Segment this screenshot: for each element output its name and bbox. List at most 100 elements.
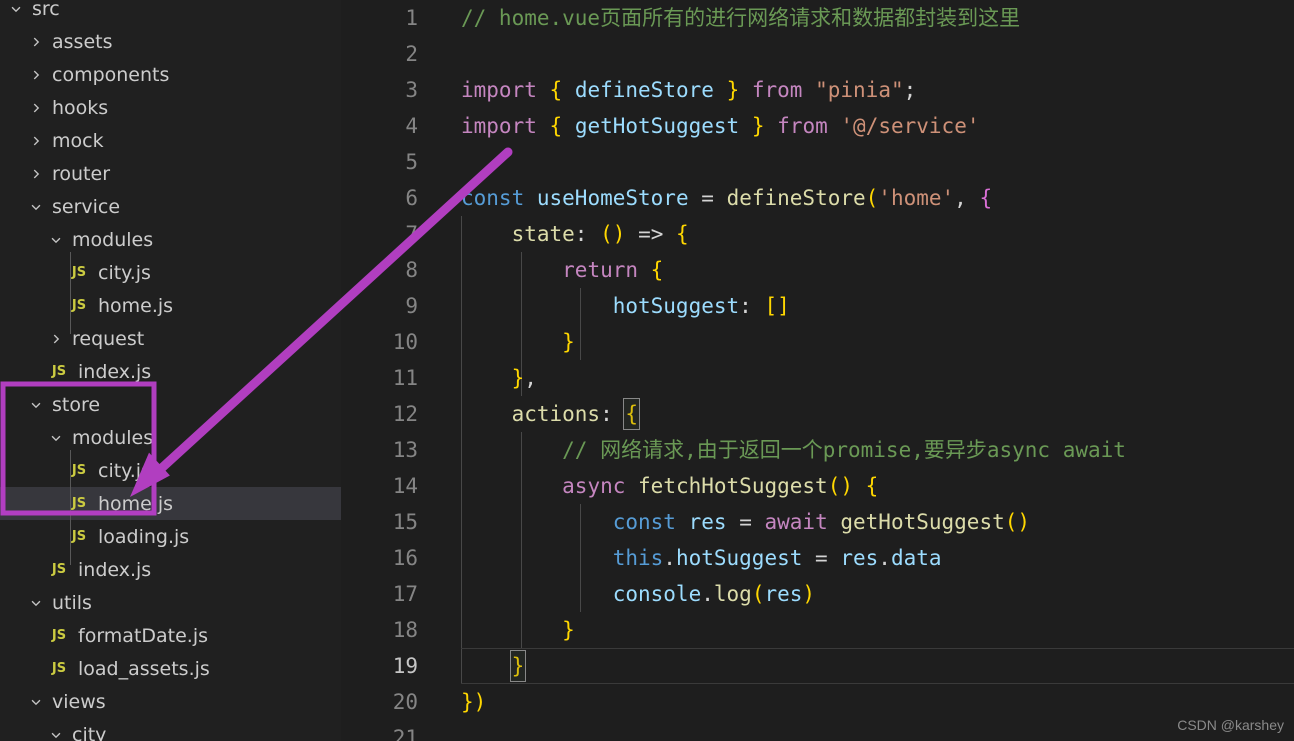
- chevron-right-icon[interactable]: [26, 58, 46, 91]
- tree-item-request[interactable]: request: [0, 322, 341, 355]
- chevron-down-icon[interactable]: [6, 0, 26, 25]
- chevron-down-icon[interactable]: [46, 421, 66, 454]
- tree-item-router[interactable]: router: [0, 157, 341, 190]
- code-line[interactable]: 10 }: [345, 324, 1294, 360]
- tree-item-label: modules: [72, 426, 154, 449]
- tree-item-city-js[interactable]: JS city.js: [0, 256, 341, 289]
- tree-item-load-assets-js[interactable]: JS load_assets.js: [0, 652, 341, 685]
- js-file-icon: JS: [51, 562, 67, 577]
- chevron-down-icon[interactable]: [46, 223, 66, 256]
- js-file-icon: JS: [51, 628, 67, 643]
- code-text: hotSuggest: []: [612, 294, 790, 318]
- chevron-down-icon[interactable]: [46, 718, 66, 741]
- tree-item-city[interactable]: city: [0, 718, 341, 741]
- line-number: 21: [392, 726, 418, 741]
- chevron-right-icon[interactable]: [46, 322, 66, 355]
- code-line[interactable]: 6 const useHomeStore = defineStore('home'…: [345, 180, 1294, 216]
- line-number: 4: [405, 114, 418, 138]
- tree-item-components[interactable]: components: [0, 58, 341, 91]
- chevron-down-icon[interactable]: [26, 685, 46, 718]
- chevron-right-icon[interactable]: [26, 91, 46, 124]
- tree-item-label: mock: [52, 129, 104, 152]
- tree-item-src[interactable]: src: [0, 0, 341, 25]
- code-line[interactable]: 17 console.log(res): [345, 576, 1294, 612]
- code-line[interactable]: 21: [345, 720, 1294, 741]
- code-editor-pane[interactable]: 1 // home.vue页面所有的进行网络请求和数据都封装到这里 2 3 import…: [345, 0, 1294, 741]
- tree-item-label: service: [52, 195, 121, 218]
- code-line[interactable]: 2: [345, 36, 1294, 72]
- code-line[interactable]: 7 state: () => {: [345, 216, 1294, 252]
- tree-item-index-js[interactable]: JS index.js: [0, 553, 341, 586]
- tree-item-label: request: [72, 327, 145, 350]
- tree-item-modules[interactable]: modules: [0, 421, 341, 454]
- tree-item-label: index.js: [78, 558, 152, 581]
- tree-item-modules[interactable]: modules: [0, 223, 341, 256]
- tree-item-label: city: [72, 723, 107, 741]
- chevron-right-icon[interactable]: [26, 124, 46, 157]
- tree-item-formatdate-js[interactable]: JS formatDate.js: [0, 619, 341, 652]
- line-number: 3: [405, 78, 418, 102]
- tree-item-label: home.js: [98, 294, 174, 317]
- code-line[interactable]: 13 // 网络请求,由于返回一个promise,要异步async await: [345, 432, 1294, 468]
- code-text: // 网络请求,由于返回一个promise,要异步async await: [461, 438, 1126, 462]
- tree-item-label: index.js: [78, 360, 152, 383]
- tree-item-service[interactable]: service: [0, 190, 341, 223]
- code-line[interactable]: 18 }: [345, 612, 1294, 648]
- code-line[interactable]: 11 },: [345, 360, 1294, 396]
- code-line[interactable]: 8 return {: [345, 252, 1294, 288]
- tree-item-index-js[interactable]: JS index.js: [0, 355, 341, 388]
- code-line[interactable]: 20}): [345, 684, 1294, 720]
- tree-item-home-js[interactable]: JS home.js: [0, 487, 341, 520]
- code-line[interactable]: 3 import { defineStore } from "pinia";: [345, 72, 1294, 108]
- chevron-right-icon[interactable]: [26, 25, 46, 58]
- tree-item-label: src: [32, 0, 60, 20]
- code-line[interactable]: 5: [345, 144, 1294, 180]
- line-number: 9: [405, 294, 418, 318]
- line-number: 20: [392, 690, 418, 714]
- code-line[interactable]: 1 // home.vue页面所有的进行网络请求和数据都封装到这里: [345, 0, 1294, 36]
- chevron-down-icon[interactable]: [26, 586, 46, 619]
- tree-item-loading-js[interactable]: JS loading.js: [0, 520, 341, 553]
- chevron-down-icon[interactable]: [26, 190, 46, 223]
- bracket-match-highlight: [623, 398, 641, 430]
- tree-item-label: load_assets.js: [78, 657, 210, 680]
- chevron-right-icon[interactable]: [26, 157, 46, 190]
- code-text: this.hotSuggest = res.data: [612, 546, 942, 570]
- line-number: 10: [392, 330, 418, 354]
- code-line[interactable]: 15 const res = await getHotSuggest(): [345, 504, 1294, 540]
- code-line[interactable]: 4 import { getHotSuggest } from '@/servic…: [345, 108, 1294, 144]
- chevron-down-icon[interactable]: [26, 388, 46, 421]
- code-line[interactable]: 9 hotSuggest: []: [345, 288, 1294, 324]
- tree-item-label: formatDate.js: [78, 624, 209, 647]
- tree-item-hooks[interactable]: hooks: [0, 91, 341, 124]
- tree-item-assets[interactable]: assets: [0, 25, 341, 58]
- js-file-icon: JS: [51, 364, 67, 379]
- code-text: import { getHotSuggest } from '@/service…: [461, 114, 980, 138]
- explorer-sidebar[interactable]: src assets components hooks mock router servic…: [0, 0, 341, 741]
- tree-item-label: components: [52, 63, 170, 86]
- tree-item-label: router: [52, 162, 111, 185]
- tree-item-label: views: [52, 690, 106, 713]
- code-text: // home.vue页面所有的进行网络请求和数据都封装到这里: [461, 6, 1021, 30]
- line-number: 1: [405, 6, 418, 30]
- tree-indent-guide: [70, 252, 71, 334]
- vscode-window: src assets components hooks mock router servic…: [0, 0, 1294, 741]
- line-number: 14: [392, 474, 418, 498]
- tree-item-mock[interactable]: mock: [0, 124, 341, 157]
- code-line[interactable]: 19 }: [345, 648, 1294, 684]
- tree-indent-guide: [70, 450, 71, 565]
- tree-item-label: hooks: [52, 96, 109, 119]
- tree-item-store[interactable]: store: [0, 388, 341, 421]
- tree-item-utils[interactable]: utils: [0, 586, 341, 619]
- code-text: const useHomeStore = defineStore('home',…: [461, 186, 993, 210]
- tree-item-views[interactable]: views: [0, 685, 341, 718]
- code-line[interactable]: 12 actions: {: [345, 396, 1294, 432]
- code-line[interactable]: 16 this.hotSuggest = res.data: [345, 540, 1294, 576]
- js-file-icon: JS: [51, 661, 67, 676]
- tree-item-city-js[interactable]: JS city.js: [0, 454, 341, 487]
- line-number: 6: [405, 186, 418, 210]
- code-text: import { defineStore } from "pinia";: [461, 78, 917, 102]
- tree-item-home-js[interactable]: JS home.js: [0, 289, 341, 322]
- code-text: return {: [562, 258, 664, 282]
- code-line[interactable]: 14 async fetchHotSuggest() {: [345, 468, 1294, 504]
